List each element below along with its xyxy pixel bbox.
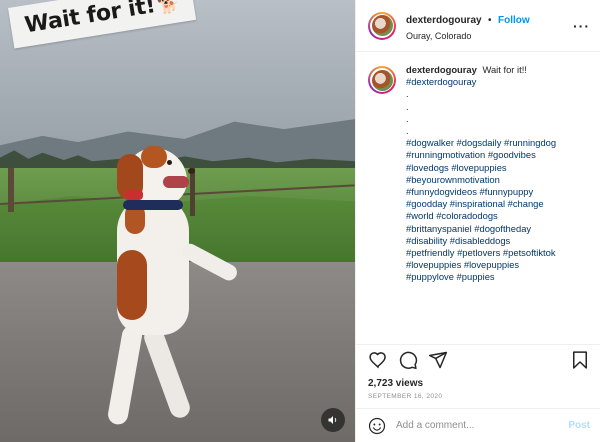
post-header: dexterdogouray • Follow Ouray, Colorado …: [356, 0, 600, 52]
instagram-post: Wait for it!🐕 dexterdogouray • Follow Ou…: [0, 0, 600, 442]
caption-dot: .: [406, 125, 409, 137]
hashtag-link[interactable]: #dexterdogouray: [406, 76, 556, 88]
hashtag-line[interactable]: #beyourownmotivation: [406, 174, 556, 186]
speaker-icon: [328, 416, 337, 424]
action-bar: [356, 344, 600, 374]
caption-username[interactable]: dexterdogouray: [406, 64, 477, 75]
hashtag-line[interactable]: #puppylove #puppies: [406, 271, 556, 283]
dog-emoji: 🐕: [155, 0, 181, 17]
caption-dot: .: [406, 112, 409, 124]
dog-patch: [117, 250, 147, 320]
username-link[interactable]: dexterdogouray: [406, 15, 482, 26]
dog-collar: [123, 200, 183, 210]
caption-dot: .: [406, 88, 409, 100]
profile-photo: [371, 15, 393, 36]
post-comment-button[interactable]: Post: [568, 420, 590, 431]
profile-photo: [371, 69, 393, 91]
caption-dots: ....: [406, 88, 556, 137]
caption-text: Wait for it!!: [482, 64, 527, 75]
avatar[interactable]: [368, 11, 396, 40]
location-link[interactable]: Ouray, Colorado: [406, 31, 573, 41]
dog-head-patch: [141, 146, 167, 168]
dog-nose: [188, 168, 195, 174]
hashtag-line[interactable]: #goodday #inspirational #change: [406, 198, 556, 210]
follow-button[interactable]: Follow: [498, 15, 530, 26]
fence-post: [8, 168, 14, 212]
hashtag-line[interactable]: #funnydogvideos #funnypuppy: [406, 186, 556, 198]
hashtag-line[interactable]: #runningmotivation #goodvibes: [406, 149, 556, 161]
audio-toggle-button[interactable]: [321, 408, 345, 432]
dog-leg: [141, 324, 193, 421]
dog: [95, 140, 255, 440]
hashtag-line[interactable]: #disability #disableddogs: [406, 235, 556, 247]
comment-input[interactable]: [396, 420, 569, 431]
share-icon[interactable]: [428, 350, 448, 370]
heart-icon[interactable]: [368, 350, 388, 370]
post-date: SEPTEMBER 16, 2020: [368, 393, 443, 400]
hashtag-line[interactable]: #lovepuppies #lovepuppies: [406, 259, 556, 271]
bookmark-icon[interactable]: [570, 350, 590, 370]
hashtag-line[interactable]: #lovedogs #lovepuppies: [406, 162, 556, 174]
more-options-icon[interactable]: ···: [573, 18, 590, 34]
dog-mouth: [163, 176, 189, 188]
add-comment-bar: Post: [356, 408, 600, 442]
dog-leg: [106, 324, 144, 426]
view-count[interactable]: 2,723 views: [356, 374, 600, 389]
hashtag-line[interactable]: #petfriendly #petlovers #petsoftiktok: [406, 247, 556, 259]
avatar[interactable]: [368, 66, 396, 94]
hashtag-line[interactable]: #brittanyspaniel #dogoftheday: [406, 223, 556, 235]
post-video[interactable]: Wait for it!🐕: [0, 0, 355, 442]
comment-icon[interactable]: [398, 350, 418, 370]
emoji-icon[interactable]: [368, 417, 386, 435]
post-sidebar: dexterdogouray • Follow Ouray, Colorado …: [355, 0, 600, 442]
caption-area: dexterdogouray Wait for it!! #dexterdogo…: [356, 52, 600, 340]
hashtag-list: #dogwalker #dogsdaily #runningdog #runnin…: [406, 137, 556, 283]
hashtag-line[interactable]: #world #coloradodogs: [406, 210, 556, 222]
dog-eye: [167, 160, 172, 165]
hashtag-line[interactable]: #dogwalker #dogsdaily #runningdog: [406, 137, 556, 149]
separator: •: [488, 14, 492, 26]
post-caption: dexterdogouray Wait for it!! #dexterdogo…: [406, 64, 556, 284]
caption-dot: .: [406, 100, 409, 112]
dog-bandana: [125, 190, 143, 200]
